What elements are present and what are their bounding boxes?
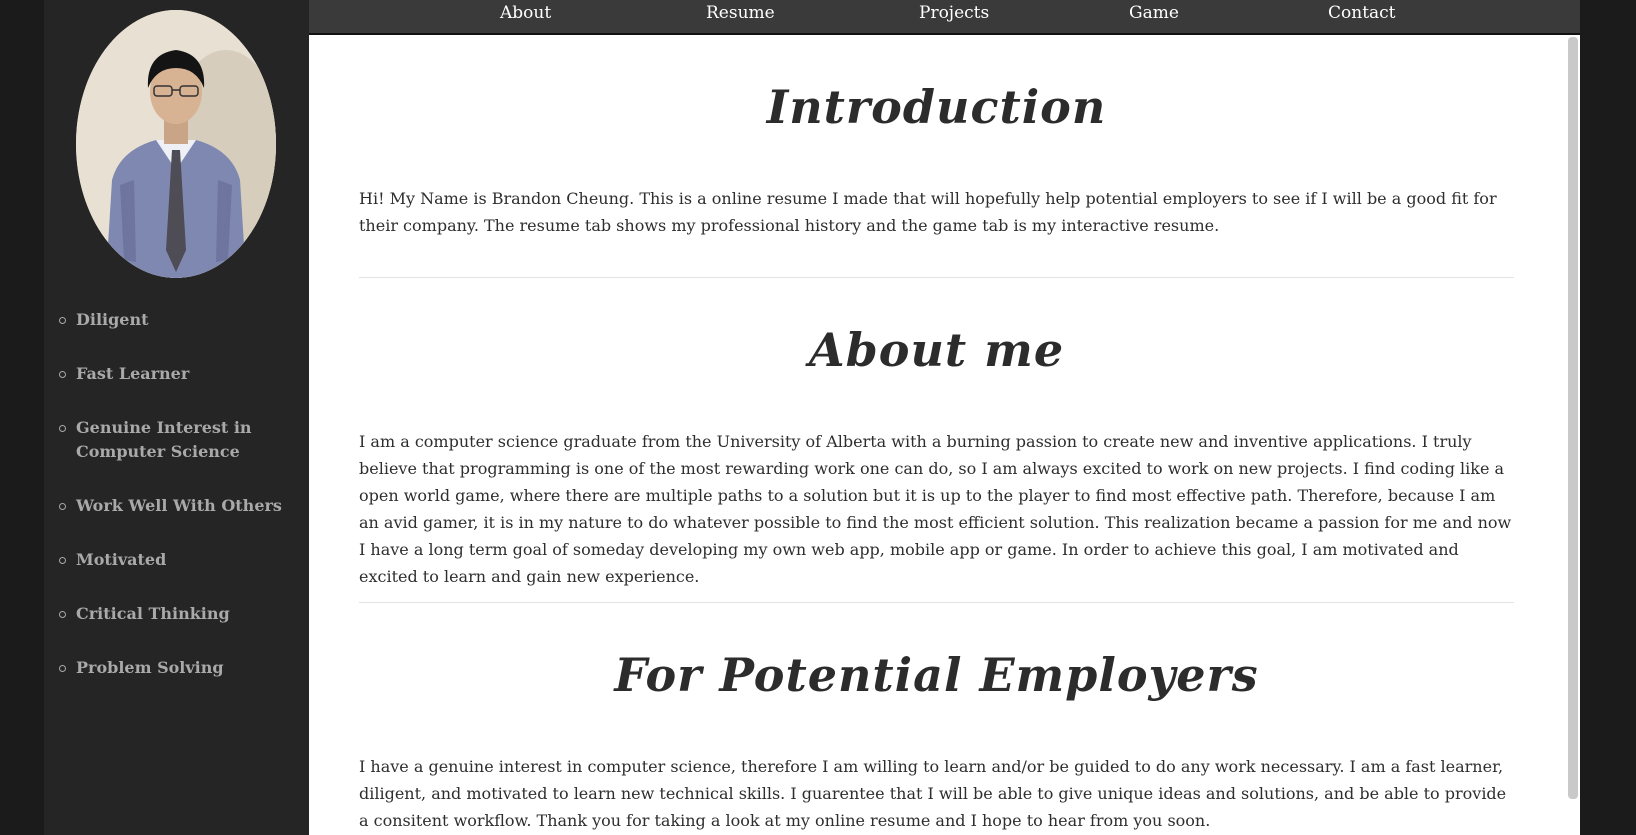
list-item: Problem Solving — [44, 656, 309, 680]
section-introduction: Introduction — [359, 80, 1514, 134]
section-text: Hi! My Name is Brandon Cheung. This is a… — [359, 189, 1497, 235]
bullet-icon — [59, 611, 66, 618]
bullet-icon — [59, 317, 66, 324]
section-text: I have a genuine interest in computer sc… — [359, 757, 1507, 830]
trait-label: Motivated — [76, 550, 167, 569]
avatar — [76, 10, 276, 278]
nav-link-about[interactable]: About — [500, 3, 551, 23]
section-heading: About me — [808, 323, 1065, 377]
list-item: Genuine Interest in Computer Science — [44, 416, 309, 464]
section-about-me-body: I am a computer science graduate from th… — [359, 428, 1514, 590]
nav-link-resume[interactable]: Resume — [706, 3, 775, 23]
list-item: Diligent — [44, 308, 309, 332]
trait-label: Diligent — [76, 310, 149, 329]
trait-label: Critical Thinking — [76, 604, 230, 623]
trait-label: Problem Solving — [76, 658, 224, 677]
bullet-icon — [59, 425, 66, 432]
section-heading: Introduction — [766, 80, 1107, 134]
top-navigation: About Resume Projects Game Contact — [309, 0, 1580, 35]
section-employers-body: I have a genuine interest in computer sc… — [359, 753, 1514, 834]
trait-label: Work Well With Others — [76, 496, 282, 515]
main-content: Introduction Hi! My Name is Brandon Cheu… — [309, 35, 1580, 835]
sidebar: Diligent Fast Learner Genuine Interest i… — [44, 0, 309, 835]
section-heading: For Potential Employers — [614, 648, 1259, 702]
section-introduction-body: Hi! My Name is Brandon Cheung. This is a… — [359, 185, 1514, 239]
list-item: Motivated — [44, 548, 309, 572]
profile-photo — [76, 10, 276, 278]
section-employers: For Potential Employers — [359, 648, 1514, 702]
bullet-icon — [59, 557, 66, 564]
page-frame: Diligent Fast Learner Genuine Interest i… — [44, 0, 1580, 835]
trait-label: Fast Learner — [76, 364, 190, 383]
section-about-me: About me — [359, 323, 1514, 377]
list-item: Work Well With Others — [44, 494, 309, 518]
nav-link-contact[interactable]: Contact — [1328, 3, 1396, 23]
section-divider — [359, 602, 1514, 603]
traits-list: Diligent Fast Learner Genuine Interest i… — [44, 308, 309, 710]
section-divider — [359, 277, 1514, 278]
nav-link-game[interactable]: Game — [1129, 3, 1179, 23]
trait-label: Genuine Interest in Computer Science — [76, 418, 252, 461]
bullet-icon — [59, 503, 66, 510]
section-text: I am a computer science graduate from th… — [359, 432, 1512, 586]
bullet-icon — [59, 665, 66, 672]
list-item: Critical Thinking — [44, 602, 309, 626]
list-item: Fast Learner — [44, 362, 309, 386]
nav-link-projects[interactable]: Projects — [919, 3, 989, 23]
bullet-icon — [59, 371, 66, 378]
scrollbar[interactable] — [1568, 37, 1578, 799]
